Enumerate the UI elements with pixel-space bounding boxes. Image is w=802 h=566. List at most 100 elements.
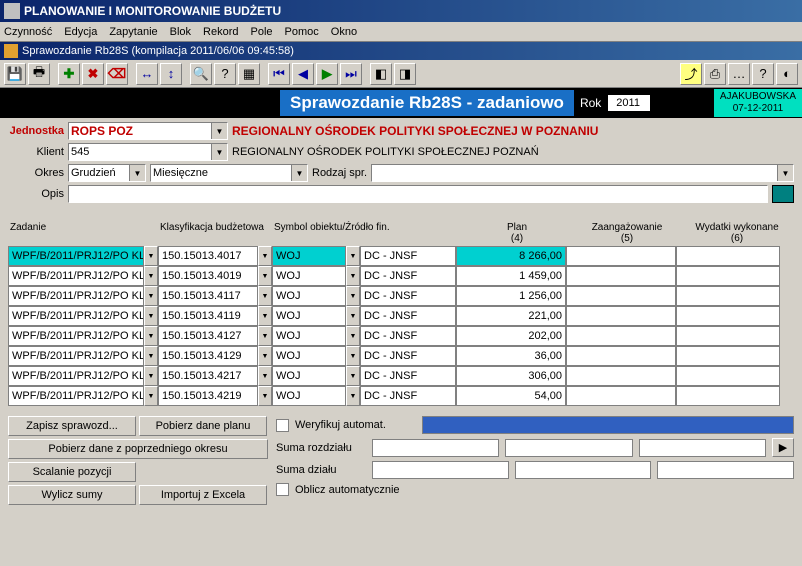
cell-symbol[interactable]: WOJ bbox=[272, 246, 346, 266]
cell-zrodlo[interactable]: DC - JNSF bbox=[360, 326, 456, 346]
menu-okno[interactable]: Okno bbox=[331, 26, 357, 38]
cell-zadanie[interactable]: WPF/B/2011/PRJ12/PO KL bbox=[8, 286, 144, 306]
cell-wydatki[interactable] bbox=[676, 346, 780, 366]
dropdown-icon[interactable]: ▼ bbox=[211, 144, 227, 160]
cell-zadanie[interactable]: WPF/B/2011/PRJ12/PO KL bbox=[8, 326, 144, 346]
dropdown-icon[interactable]: ▼ bbox=[346, 346, 360, 366]
klient-combo[interactable]: 545 ▼ bbox=[68, 143, 228, 161]
first-button[interactable]: ⏮ bbox=[268, 63, 290, 85]
cell-zrodlo[interactable]: DC - JNSF bbox=[360, 366, 456, 386]
menu-rekord[interactable]: Rekord bbox=[203, 26, 238, 38]
dropdown-icon[interactable]: ▼ bbox=[777, 165, 793, 181]
lov-button[interactable]: ▦ bbox=[238, 63, 260, 85]
pobierz-poprz-button[interactable]: Pobierz dane z poprzedniego okresu bbox=[8, 439, 268, 459]
cell-zadanie[interactable]: WPF/B/2011/PRJ12/PO KL bbox=[8, 266, 144, 286]
cell-plan[interactable]: 36,00 bbox=[456, 346, 566, 366]
cell-symbol[interactable]: WOJ bbox=[272, 386, 346, 406]
cell-symbol[interactable]: WOJ bbox=[272, 366, 346, 386]
zapisz-button[interactable]: Zapisz sprawozd... bbox=[8, 416, 136, 436]
dropdown-icon[interactable]: ▼ bbox=[144, 306, 158, 326]
cell-plan[interactable]: 1 459,00 bbox=[456, 266, 566, 286]
dropdown-icon[interactable]: ▼ bbox=[258, 386, 272, 406]
dropdown-icon[interactable]: ▼ bbox=[258, 346, 272, 366]
cell-zadanie[interactable]: WPF/B/2011/PRJ12/PO KL bbox=[8, 346, 144, 366]
export-button[interactable]: ⎙ bbox=[704, 63, 726, 85]
dropdown-icon[interactable]: ▼ bbox=[258, 286, 272, 306]
table-row[interactable]: WPF/B/2011/PRJ12/PO KL▼150.15013.4219▼WO… bbox=[8, 386, 794, 406]
dropdown-icon[interactable]: ▼ bbox=[346, 286, 360, 306]
dropdown-icon[interactable]: ▼ bbox=[258, 246, 272, 266]
cell-symbol[interactable]: WOJ bbox=[272, 346, 346, 366]
cell-symbol[interactable]: WOJ bbox=[272, 306, 346, 326]
dropdown-icon[interactable]: ▼ bbox=[258, 306, 272, 326]
cell-zaang[interactable] bbox=[566, 306, 676, 326]
cell-wydatki[interactable] bbox=[676, 386, 780, 406]
table-row[interactable]: WPF/B/2011/PRJ12/PO KL▼150.15013.4217▼WO… bbox=[8, 366, 794, 386]
menu-blok[interactable]: Blok bbox=[170, 26, 191, 38]
dropdown-icon[interactable]: ▼ bbox=[258, 326, 272, 346]
cell-zrodlo[interactable]: DC - JNSF bbox=[360, 386, 456, 406]
scalanie-button[interactable]: Scalanie pozycji bbox=[8, 462, 136, 482]
cell-zrodlo[interactable]: DC - JNSF bbox=[360, 286, 456, 306]
add-button[interactable]: ✚ bbox=[58, 63, 80, 85]
cell-symbol[interactable]: WOJ bbox=[272, 286, 346, 306]
oblicz-checkbox[interactable] bbox=[276, 483, 289, 496]
dropdown-icon[interactable]: ▼ bbox=[144, 326, 158, 346]
cell-zadanie[interactable]: WPF/B/2011/PRJ12/PO KL bbox=[8, 386, 144, 406]
cell-klasyfikacja[interactable]: 150.15013.4129 bbox=[158, 346, 258, 366]
dropdown-icon[interactable]: ▼ bbox=[346, 386, 360, 406]
cell-wydatki[interactable] bbox=[676, 246, 780, 266]
cell-wydatki[interactable] bbox=[676, 366, 780, 386]
more-button[interactable]: … bbox=[728, 63, 750, 85]
toggle-button[interactable]: ◐ bbox=[776, 63, 798, 85]
okres-month-combo[interactable]: Grudzień ▼ bbox=[68, 164, 146, 182]
dropdown-icon[interactable]: ▼ bbox=[144, 246, 158, 266]
cell-symbol[interactable]: WOJ bbox=[272, 266, 346, 286]
cell-zaang[interactable] bbox=[566, 246, 676, 266]
cell-klasyfikacja[interactable]: 150.15013.4019 bbox=[158, 266, 258, 286]
cell-zaang[interactable] bbox=[566, 326, 676, 346]
cell-wydatki[interactable] bbox=[676, 286, 780, 306]
okres-type-combo[interactable]: Miesięczne ▼ bbox=[150, 164, 308, 182]
search-button[interactable]: 🔍 bbox=[190, 63, 212, 85]
dropdown-icon[interactable]: ▼ bbox=[144, 286, 158, 306]
importuj-button[interactable]: Importuj z Excela bbox=[139, 485, 267, 505]
cell-klasyfikacja[interactable]: 150.15013.4117 bbox=[158, 286, 258, 306]
cell-plan[interactable]: 306,00 bbox=[456, 366, 566, 386]
cell-wydatki[interactable] bbox=[676, 266, 780, 286]
dropdown-icon[interactable]: ▼ bbox=[144, 366, 158, 386]
delete-button[interactable]: ✖ bbox=[82, 63, 104, 85]
dropdown-icon[interactable]: ▼ bbox=[211, 123, 227, 139]
pobierz-plan-button[interactable]: Pobierz dane planu bbox=[139, 416, 267, 436]
cell-klasyfikacja[interactable]: 150.15013.4219 bbox=[158, 386, 258, 406]
dropdown-icon[interactable]: ▼ bbox=[346, 266, 360, 286]
jednostka-combo[interactable]: ROPS POZ ▼ bbox=[68, 122, 228, 140]
table-row[interactable]: WPF/B/2011/PRJ12/PO KL▼150.15013.4129▼WO… bbox=[8, 346, 794, 366]
cell-plan[interactable]: 8 266,00 bbox=[456, 246, 566, 266]
cell-klasyfikacja[interactable]: 150.15013.4127 bbox=[158, 326, 258, 346]
tool-b-button[interactable]: ◨ bbox=[394, 63, 416, 85]
cell-plan[interactable]: 54,00 bbox=[456, 386, 566, 406]
dropdown-icon[interactable]: ▼ bbox=[346, 366, 360, 386]
cell-klasyfikacja[interactable]: 150.15013.4017 bbox=[158, 246, 258, 266]
dropdown-icon[interactable]: ▼ bbox=[258, 266, 272, 286]
cell-klasyfikacja[interactable]: 150.15013.4217 bbox=[158, 366, 258, 386]
menu-pomoc[interactable]: Pomoc bbox=[285, 26, 319, 38]
cell-zaang[interactable] bbox=[566, 286, 676, 306]
last-button[interactable]: ⏭ bbox=[340, 63, 362, 85]
dropdown-icon[interactable]: ▼ bbox=[291, 165, 307, 181]
cell-wydatki[interactable] bbox=[676, 306, 780, 326]
next-button[interactable]: ▶ bbox=[316, 63, 338, 85]
cell-zaang[interactable] bbox=[566, 346, 676, 366]
opis-input[interactable] bbox=[68, 185, 768, 203]
cell-plan[interactable]: 1 256,00 bbox=[456, 286, 566, 306]
menu-edycja[interactable]: Edycja bbox=[64, 26, 97, 38]
scroll-right-button[interactable]: ▶ bbox=[772, 438, 794, 457]
resize-v-button[interactable]: ↕ bbox=[160, 63, 182, 85]
cell-zaang[interactable] bbox=[566, 386, 676, 406]
cell-zrodlo[interactable]: DC - JNSF bbox=[360, 306, 456, 326]
table-row[interactable]: WPF/B/2011/PRJ12/PO KL▼150.15013.4019▼WO… bbox=[8, 266, 794, 286]
tool-a-button[interactable]: ◧ bbox=[370, 63, 392, 85]
help-button[interactable]: ? bbox=[214, 63, 236, 85]
weryfikuj-checkbox[interactable] bbox=[276, 419, 289, 432]
